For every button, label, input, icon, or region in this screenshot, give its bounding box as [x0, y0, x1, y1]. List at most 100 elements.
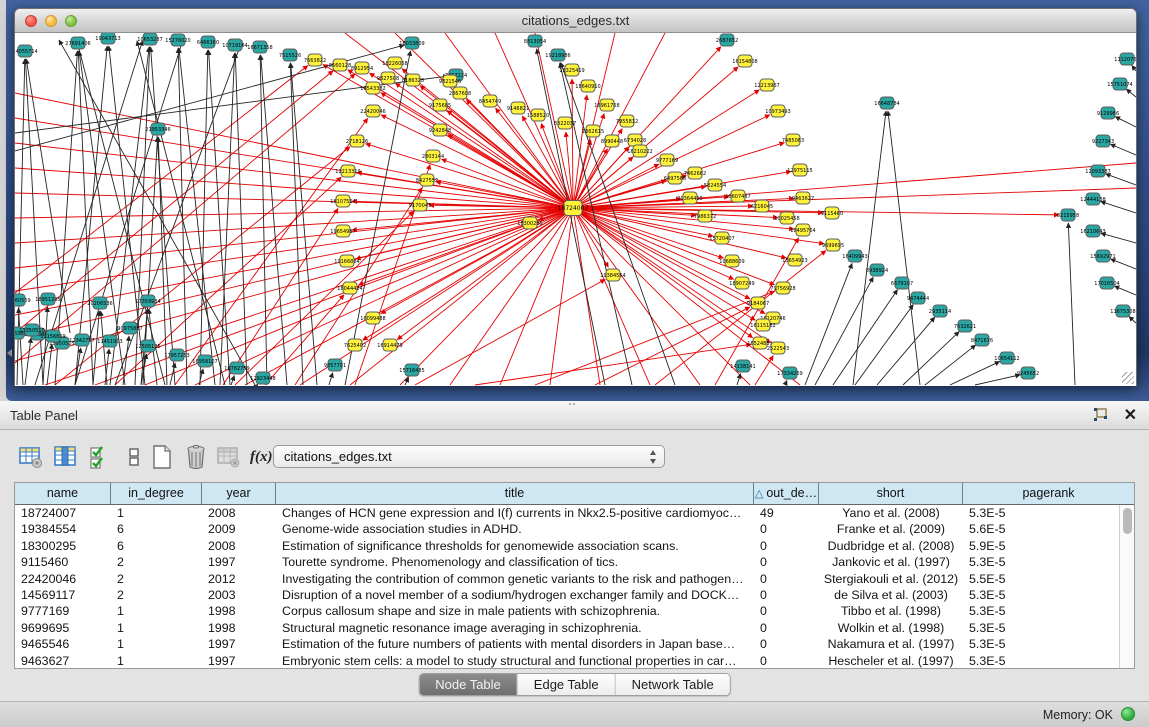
tab-node-table[interactable]: Node Table — [419, 674, 518, 695]
table-cell: 1998 — [202, 620, 276, 636]
graph-node-label: 16044424 — [337, 286, 362, 292]
network-window-titlebar[interactable]: citations_edges.txt — [15, 9, 1136, 33]
column-header-title[interactable]: title — [276, 483, 754, 504]
import-table-icon[interactable] — [216, 444, 242, 470]
network-canvas[interactable]: 1405571427691406190437131065328715276020… — [15, 33, 1136, 386]
graph-node-label: 2718126 — [346, 139, 368, 145]
table-cell: Yano et al. (2008) — [819, 505, 963, 521]
column-header-short[interactable]: short — [819, 483, 963, 504]
table-cell: 9115460 — [15, 554, 111, 570]
column-header-in_degree[interactable]: in_degree — [111, 483, 202, 504]
table-row[interactable]: 1872400712008Changes of HCN gene express… — [15, 505, 1119, 521]
table-cell: 18724007 — [15, 505, 111, 521]
graph-node-label: 9699695 — [822, 243, 844, 249]
graph-node-label: 17359934 — [135, 299, 160, 305]
table-cell: 0 — [754, 636, 819, 652]
close-window-icon[interactable] — [25, 15, 37, 27]
table-panel-body: f(x) citations_edges.txt namein_degreeye… — [0, 430, 1149, 701]
column-header-year[interactable]: year — [202, 483, 276, 504]
table-row[interactable]: 1456911722003Disruption of a novel membe… — [15, 587, 1119, 603]
table-cell: 0 — [754, 538, 819, 554]
table-row[interactable]: 1830029562008Estimation of significance … — [15, 538, 1119, 554]
table-row[interactable]: 911546021997Tourette syndrome. Phenomeno… — [15, 554, 1119, 570]
table-selector-dropdown[interactable]: citations_edges.txt — [273, 445, 665, 468]
graph-node-label: 12444138 — [1080, 197, 1105, 203]
graph-node-label: 7955812 — [616, 119, 638, 125]
table-cell: 1 — [111, 505, 202, 521]
close-panel-icon[interactable]: ✕ — [1124, 405, 1137, 425]
graph-node-label: 18495764 — [790, 228, 815, 234]
table-panel-header: Table Panel ✕ — [0, 401, 1149, 430]
graph-node-label: 16154808 — [732, 59, 757, 65]
splitter-collapse-icon[interactable] — [7, 349, 12, 357]
splitter-grip-icon[interactable] — [568, 402, 576, 407]
graph-node-label: 7663822 — [304, 58, 326, 64]
network-graph[interactable]: 1405571427691406190437131065328715276020… — [15, 33, 1136, 386]
column-header-out_de[interactable]: △out_de… — [754, 483, 819, 504]
table-row[interactable]: 977716911998Corpus callosum shape and si… — [15, 603, 1119, 619]
graph-node-label: 9227343 — [1092, 139, 1114, 145]
table-row[interactable]: 946362711997Embryonic stem cells: a mode… — [15, 653, 1119, 668]
graph-node-label: 15276020 — [165, 38, 190, 44]
graph-node-label: 10688609 — [719, 259, 744, 265]
table-cell: 5.9E-5 — [963, 538, 1119, 554]
graph-node-label: 7462662 — [684, 171, 706, 177]
zoom-window-icon[interactable] — [65, 15, 77, 27]
status-bar: Memory: OK — [0, 701, 1149, 727]
graph-node-label: 7986372 — [694, 214, 716, 220]
graph-node-label: 9146821 — [507, 106, 529, 112]
table-cell: de Silva et al. (2003) — [819, 587, 963, 603]
tab-edge-table[interactable]: Edge Table — [518, 674, 616, 695]
table-cell: Estimation of significance thresholds fo… — [276, 538, 754, 554]
float-panel-icon[interactable] — [1091, 407, 1109, 423]
graph-node-label: 16671358 — [247, 45, 272, 51]
graph-node-label: 18300295 — [517, 221, 542, 227]
table-cell: 1997 — [202, 554, 276, 570]
table-cell: 9463627 — [15, 653, 111, 668]
tab-network-table[interactable]: Network Table — [616, 674, 730, 695]
table-cell: 5.5E-5 — [963, 571, 1119, 587]
graph-node-label: 9129966 — [1097, 111, 1119, 117]
table-cell: 0 — [754, 521, 819, 537]
graph-node-label: 18907249 — [729, 281, 754, 287]
table-cell: 5.3E-5 — [963, 505, 1119, 521]
column-header-pagerank[interactable]: pagerank — [963, 483, 1134, 504]
table-cell: 2 — [111, 554, 202, 570]
show-columns-icon[interactable] — [53, 444, 79, 470]
graph-node-label: 15692971 — [1090, 254, 1115, 260]
table-row[interactable]: 969969511998Structural magnetic resonanc… — [15, 620, 1119, 636]
graph-node-label: 11120764 — [1114, 57, 1136, 63]
table-cell: 0 — [754, 571, 819, 587]
graph-node-label: 10719184 — [222, 43, 247, 49]
table-row[interactable]: 1938455462009Genome-wide association stu… — [15, 521, 1119, 537]
table-toolbar: f(x) citations_edges.txt — [0, 442, 1149, 476]
delete-table-icon[interactable] — [183, 444, 209, 470]
column-header-name[interactable]: name — [15, 483, 111, 504]
graph-node-label: 9474444 — [907, 296, 929, 302]
graph-node-label: 20364456 — [677, 196, 702, 202]
table-row[interactable]: 2242004622012Investigating the contribut… — [15, 571, 1119, 587]
table-scrollbar[interactable] — [1119, 505, 1134, 668]
select-columns-icon[interactable] — [88, 444, 114, 470]
graph-node-label: 12342757 — [69, 338, 94, 344]
table-cell: 19384554 — [15, 521, 111, 537]
table-cell: Investigating the contribution of common… — [276, 571, 754, 587]
table-scrollbar-thumb[interactable] — [1123, 508, 1132, 534]
table-cell: 5.3E-5 — [963, 636, 1119, 652]
minimize-window-icon[interactable] — [45, 15, 57, 27]
window-resize-grip-icon[interactable] — [1122, 372, 1134, 384]
graph-node-label: 12213967 — [754, 83, 779, 89]
network-view-background: citations_edges.txt 14055714276914061904… — [6, 0, 1149, 401]
table-cell: 6 — [111, 521, 202, 537]
graph-node-label: 15716485 — [399, 368, 424, 374]
graph-node-label: 19166884 — [334, 259, 359, 265]
table-mode-icon[interactable] — [18, 444, 44, 470]
network-window-title: citations_edges.txt — [15, 9, 1136, 33]
new-table-icon[interactable] — [149, 444, 175, 470]
graph-node-label: 8813054 — [524, 39, 546, 45]
graph-node-label: 19384554 — [600, 273, 625, 279]
table-cell: 1 — [111, 603, 202, 619]
table-row[interactable]: 946554611997Estimation of the future num… — [15, 636, 1119, 652]
rows-icon[interactable] — [121, 444, 147, 470]
network-window: citations_edges.txt 14055714276914061904… — [14, 8, 1137, 386]
